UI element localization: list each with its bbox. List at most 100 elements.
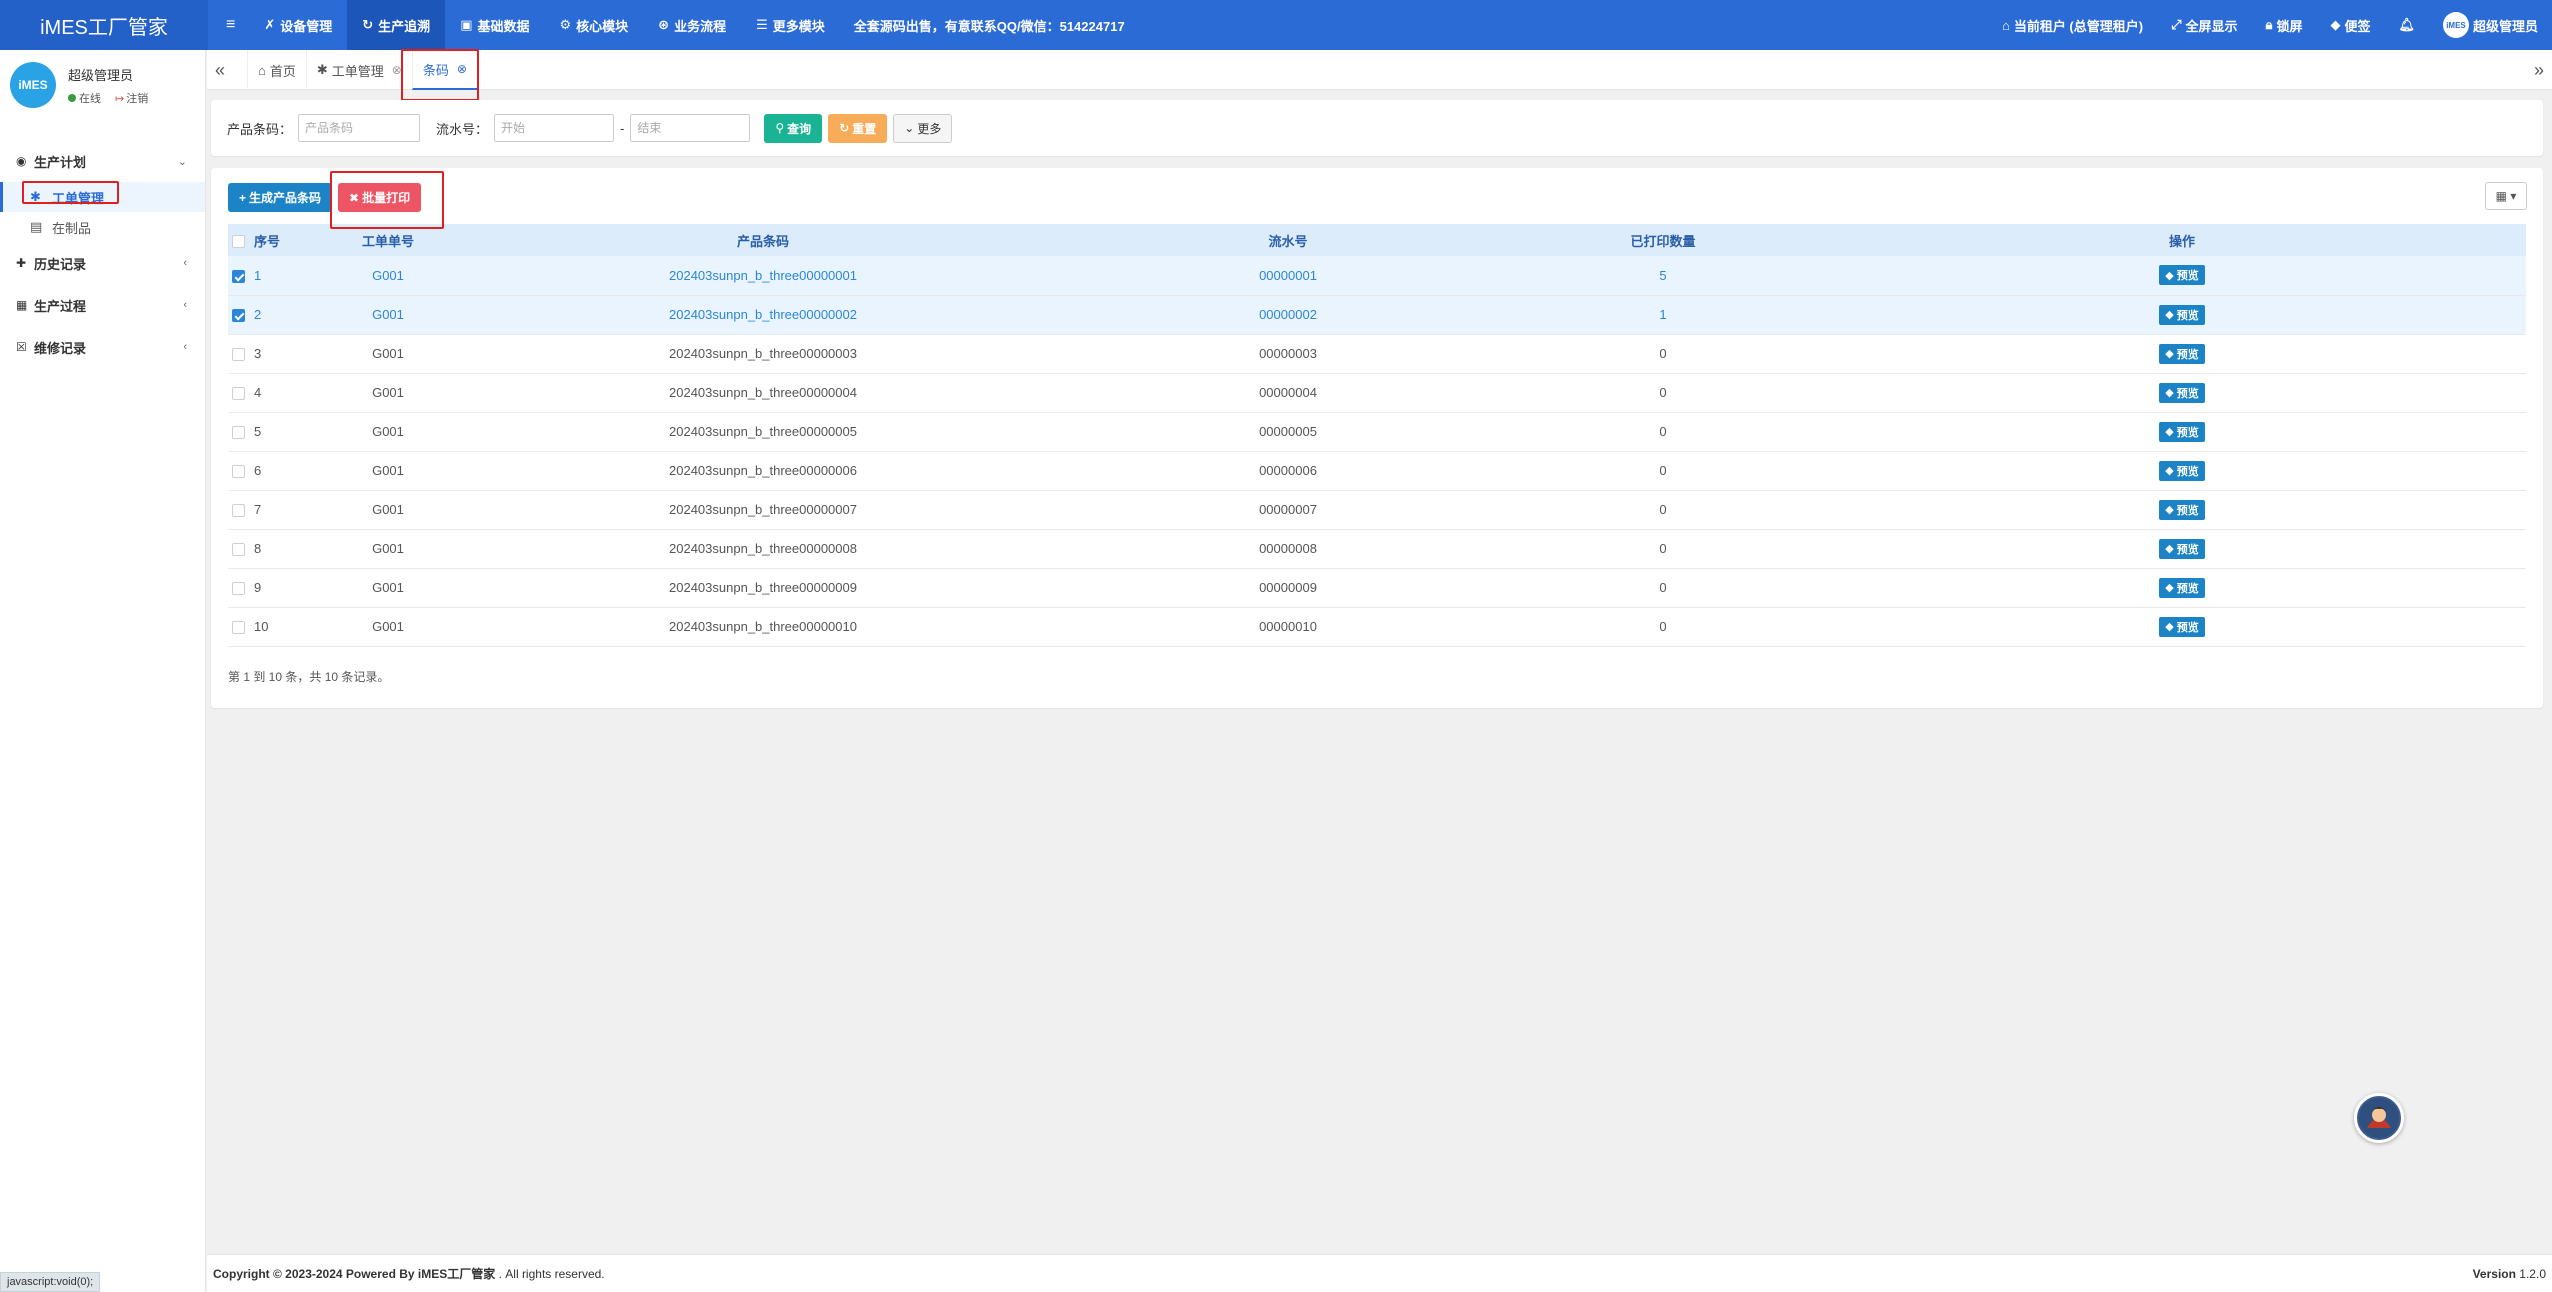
- table-row[interactable]: 2 G001 202403sunpn_b_three00000002 00000002…: [228, 295, 2526, 335]
- sidebar-item-production-process[interactable]: ▦ 生产过程 ‹: [0, 284, 205, 326]
- col-barcode[interactable]: 产品条码: [438, 224, 1088, 256]
- cell-actions: ◆ 预览: [1838, 451, 2526, 491]
- nav-traceability[interactable]: ↻ 生产追溯: [347, 0, 446, 50]
- user-panel: iMES 超级管理员 在线 ↦ 注销: [0, 50, 205, 120]
- row-checkbox[interactable]: [231, 426, 245, 440]
- user-name: 超级管理员: [2472, 18, 2538, 34]
- preview-button[interactable]: ◆ 预览: [2159, 499, 2205, 520]
- serial-end-input[interactable]: [630, 114, 751, 142]
- row-checkbox[interactable]: [231, 543, 245, 557]
- chevron-left-icon: ‹: [183, 299, 187, 311]
- preview-button[interactable]: ◆ 预览: [2159, 577, 2205, 598]
- row-checkbox[interactable]: [231, 387, 245, 401]
- preview-button[interactable]: ◆ 预览: [2159, 616, 2205, 637]
- cell-printed-count: 1: [1488, 295, 1838, 335]
- notes-label: 便签: [2344, 18, 2371, 34]
- preview-button[interactable]: ◆ 预览: [2159, 421, 2205, 442]
- more-button[interactable]: ⌄ 更多: [893, 113, 953, 143]
- side-menu: ◉ 生产计划 ⌄ ✱ 工单管理 ▤ 在制品 ✚ 历史记录 ‹ ▦ 生产过程 ‹ …: [0, 140, 205, 368]
- table-body: 1 G001 202403sunpn_b_three00000001 00000001…: [228, 256, 2526, 647]
- row-checkbox[interactable]: [231, 465, 245, 479]
- cell-index: 7: [248, 490, 338, 530]
- brand-logo[interactable]: iMES工厂管家: [0, 0, 208, 50]
- select-all-checkbox[interactable]: [231, 234, 245, 248]
- tab-home[interactable]: ⌂ 首页: [247, 50, 306, 90]
- tenant-button[interactable]: ⌂ 当前租户 (总管理租户): [1988, 0, 2157, 50]
- row-checkbox[interactable]: [231, 582, 245, 596]
- preview-button[interactable]: ◆ 预览: [2159, 382, 2205, 403]
- notes-button[interactable]: ◆ 便签: [2316, 0, 2384, 50]
- nav-equipment[interactable]: ✗ 设备管理: [249, 0, 347, 50]
- lock-label: 锁屏: [2276, 18, 2303, 34]
- menu-toggle-button[interactable]: ≡: [212, 0, 249, 50]
- table-row[interactable]: 8 G001 202403sunpn_b_three00000008 00000008…: [228, 529, 2526, 569]
- sidebar-item-history[interactable]: ✚ 历史记录 ‹: [0, 242, 205, 284]
- row-checkbox[interactable]: [231, 269, 245, 283]
- col-index[interactable]: 序号: [248, 224, 338, 256]
- select-all-cell: [228, 224, 248, 256]
- table-header-row: 序号 工单单号 产品条码 流水号 已打印数量 操作: [228, 224, 2526, 256]
- highlight-box-sidebar: [22, 181, 119, 204]
- col-printed-count[interactable]: 已打印数量: [1488, 224, 1838, 256]
- table-row[interactable]: 1 G001 202403sunpn_b_three00000001 00000001…: [228, 256, 2526, 296]
- row-checkbox[interactable]: [231, 504, 245, 518]
- chevron-down-icon: ⌄: [177, 155, 187, 168]
- sidebar-username: 超级管理员: [68, 67, 134, 83]
- table-row[interactable]: 7 G001 202403sunpn_b_three00000007 00000007…: [228, 490, 2526, 530]
- row-checkbox[interactable]: [231, 309, 245, 323]
- col-serial[interactable]: 流水号: [1088, 224, 1488, 256]
- cell-barcode: 202403sunpn_b_three00000010: [438, 607, 1088, 647]
- fullscreen-button[interactable]: ⤢ 全屏显示: [2157, 0, 2251, 50]
- tag-icon: ◆: [2165, 348, 2174, 360]
- sidebar-item-wip[interactable]: ▤ 在制品: [0, 212, 205, 242]
- table-row[interactable]: 5 G001 202403sunpn_b_three00000005 00000005…: [228, 412, 2526, 452]
- preview-button[interactable]: ◆ 预览: [2159, 304, 2205, 325]
- sidebar-item-production-plan[interactable]: ◉ 生产计划 ⌄: [0, 140, 205, 182]
- top-nav: ≡ ✗ 设备管理 ↻ 生产追溯 ▣ 基础数据 ⚙ 核心模块 ⊛ 业务流程 ☰ 更多模块 全套…: [212, 0, 1125, 50]
- search-button[interactable]: ⚲ 查询: [764, 113, 823, 143]
- reset-button[interactable]: ↻ 重置: [828, 113, 888, 143]
- top-header: iMES工厂管家 ≡ ✗ 设备管理 ↻ 生产追溯 ▣ 基础数据 ⚙ 核心模块 ⊛ 业务流程…: [0, 0, 2552, 50]
- preview-label: 预览: [2176, 387, 2199, 400]
- generate-barcode-button[interactable]: + 生成产品条码: [228, 183, 333, 212]
- logout-link[interactable]: ↦ 注销: [115, 90, 148, 106]
- nav-basic-data[interactable]: ▣ 基础数据: [445, 0, 544, 50]
- version-info: Version 1.2.0: [2473, 1267, 2546, 1281]
- preview-button[interactable]: ◆ 预览: [2159, 460, 2205, 481]
- nav-business-flow[interactable]: ⊛ 业务流程: [643, 0, 741, 50]
- cell-order-no: G001: [338, 490, 438, 530]
- serial-start-input[interactable]: [494, 114, 615, 142]
- tab-work-order[interactable]: ✱ 工单管理 ⊗: [305, 50, 412, 90]
- highlight-box-batch-print: [330, 171, 444, 229]
- cell-actions: ◆ 预览: [1838, 373, 2526, 413]
- row-checkbox[interactable]: [231, 348, 245, 362]
- floating-assistant-avatar[interactable]: [2354, 1093, 2404, 1143]
- row-checkbox[interactable]: [231, 621, 245, 635]
- sidebar-item-repair-records[interactable]: ☒ 维修记录 ‹: [0, 326, 205, 368]
- columns-toggle-button[interactable]: ▦ ▾: [2485, 182, 2527, 210]
- copyright-suffix: . All rights reserved.: [495, 1267, 605, 1281]
- preview-button[interactable]: ◆ 预览: [2159, 538, 2205, 559]
- table-row[interactable]: 3 G001 202403sunpn_b_three00000003 00000003…: [228, 334, 2526, 374]
- wrench-icon: ✗: [264, 17, 276, 32]
- table-row[interactable]: 10 G001 202403sunpn_b_three00000010 0000001…: [228, 607, 2526, 647]
- online-dot-icon: [68, 93, 76, 102]
- double-chevron-right-icon[interactable]: »: [2534, 60, 2544, 81]
- nav-core-modules[interactable]: ⚙ 核心模块: [545, 0, 644, 50]
- lock-screen-button[interactable]: 🔒︎ 锁屏: [2252, 0, 2317, 50]
- nav-more-modules[interactable]: ☰ 更多模块: [741, 0, 840, 50]
- table-panel: + 生成产品条码 ✖ 批量打印 ▦ ▾ 序号 工单单号 产品条码 流水号 已打印数量…: [211, 168, 2543, 708]
- cell-order-no: G001: [338, 568, 438, 608]
- table-row[interactable]: 4 G001 202403sunpn_b_three00000004 00000004…: [228, 373, 2526, 413]
- notification-button[interactable]: 🔔︎: [2384, 0, 2429, 50]
- user-menu[interactable]: iMES 超级管理员: [2429, 0, 2552, 50]
- row-select-cell: [228, 412, 248, 452]
- table-row[interactable]: 9 G001 202403sunpn_b_three00000009 00000009…: [228, 568, 2526, 608]
- tag-icon: ◆: [2165, 426, 2174, 438]
- double-chevron-left-icon[interactable]: «: [215, 60, 225, 81]
- preview-button[interactable]: ◆ 预览: [2159, 265, 2205, 286]
- preview-button[interactable]: ◆ 预览: [2159, 343, 2205, 364]
- cell-printed-count: 0: [1488, 568, 1838, 608]
- barcode-search-input[interactable]: [298, 114, 421, 142]
- table-row[interactable]: 6 G001 202403sunpn_b_three00000006 00000006…: [228, 451, 2526, 491]
